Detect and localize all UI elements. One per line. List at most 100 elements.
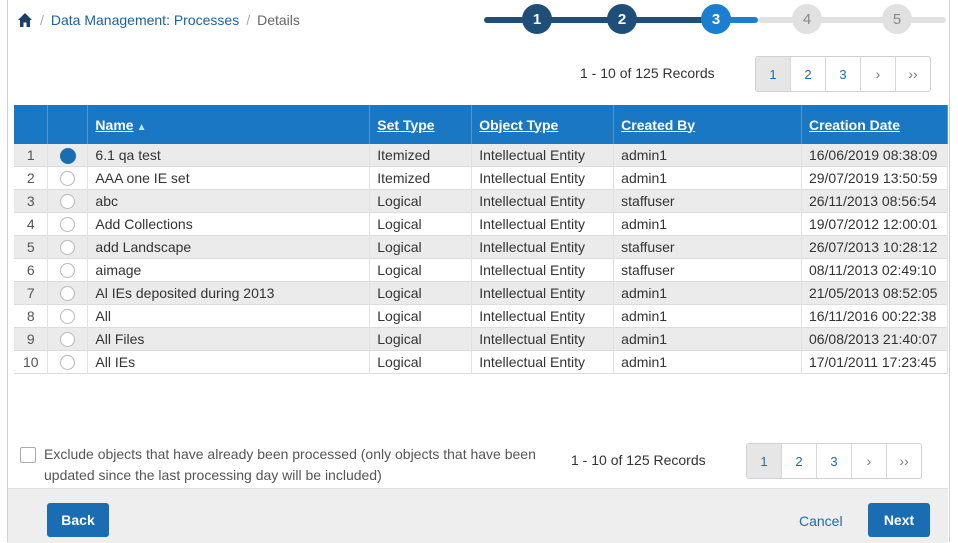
back-button[interactable]: Back [47, 503, 109, 537]
records-count-bottom: 1 - 10 of 125 Records [571, 452, 706, 468]
pagination-bottom: 1 2 3 › ›› [746, 443, 922, 479]
last-page-button[interactable]: ›› [887, 444, 921, 478]
row-number: 1 [14, 144, 49, 167]
row-radio[interactable] [60, 194, 76, 210]
column-set-type-link[interactable]: Set Type [377, 117, 434, 133]
row-number: 3 [14, 189, 49, 213]
page-3-button[interactable]: 3 [826, 57, 861, 91]
breadcrumb-separator: / [40, 12, 44, 28]
exclude-processed-checkbox[interactable] [20, 447, 36, 463]
page-3-button[interactable]: 3 [817, 444, 852, 478]
cell-set-type: Logical [369, 189, 473, 213]
pagination-top: 1 2 3 › ›› [755, 56, 931, 92]
row-select-cell[interactable] [47, 350, 89, 374]
row-select-cell[interactable] [47, 144, 89, 167]
row-select-cell[interactable] [47, 327, 89, 351]
page-2-button[interactable]: 2 [782, 444, 817, 478]
row-select-cell[interactable] [47, 189, 89, 213]
table-row[interactable]: 4 Add Collections Logical Intellectual E… [14, 212, 949, 236]
page-1-button[interactable]: 1 [747, 444, 782, 478]
row-radio[interactable] [60, 263, 76, 279]
column-creation-date-link[interactable]: Creation Date [809, 117, 900, 133]
column-object-type-link[interactable]: Object Type [479, 117, 558, 133]
exclude-processed-label[interactable]: Exclude objects that have already been p… [44, 444, 570, 486]
cell-name: abc [87, 189, 371, 213]
row-radio-selected[interactable] [59, 147, 76, 164]
row-select-cell[interactable] [47, 166, 89, 190]
cancel-link[interactable]: Cancel [799, 513, 843, 529]
records-count-top: 1 - 10 of 125 Records [580, 65, 715, 81]
page-2-button[interactable]: 2 [791, 57, 826, 91]
next-page-button[interactable]: › [852, 444, 887, 478]
table-row[interactable]: 1 6.1 qa test Itemized Intellectual Enti… [14, 144, 949, 167]
step-4: 4 [792, 4, 822, 34]
cell-set-type: Itemized [369, 144, 473, 167]
row-radio[interactable] [60, 355, 76, 371]
cell-object-type: Intellectual Entity [471, 189, 615, 213]
cell-name: All [87, 304, 371, 328]
row-radio[interactable] [60, 332, 76, 348]
column-header-object-type[interactable]: Object Type [471, 105, 615, 144]
row-select-cell[interactable] [47, 304, 89, 328]
row-radio[interactable] [60, 286, 76, 302]
cell-created-by: admin1 [613, 304, 802, 328]
cell-object-type: Intellectual Entity [471, 166, 615, 190]
row-select-cell[interactable] [47, 212, 89, 236]
cell-name: All Files [87, 327, 371, 351]
row-select-cell[interactable] [47, 281, 89, 305]
row-number: 9 [14, 327, 49, 351]
cell-object-type: Intellectual Entity [471, 212, 615, 236]
cell-created-by: staffuser [613, 258, 802, 282]
cell-creation-date: 16/06/2019 08:38:09 [801, 144, 949, 167]
row-radio[interactable] [60, 309, 76, 325]
cell-creation-date: 06/08/2013 21:40:07 [801, 327, 949, 351]
row-radio[interactable] [60, 240, 76, 256]
cell-set-type: Logical [369, 258, 473, 282]
table-row[interactable]: 5 add Landscape Logical Intellectual Ent… [14, 235, 949, 259]
column-name-link[interactable]: Name [95, 117, 133, 133]
row-select-cell[interactable] [47, 258, 89, 282]
page-1-button[interactable]: 1 [756, 57, 791, 91]
cell-created-by: staffuser [613, 235, 802, 259]
row-number: 7 [14, 281, 49, 305]
cell-set-type: Logical [369, 350, 473, 374]
column-header-creation-date[interactable]: Creation Date [801, 105, 949, 144]
cell-set-type: Itemized [369, 166, 473, 190]
row-number: 4 [14, 212, 49, 236]
cell-created-by: admin1 [613, 166, 802, 190]
column-created-by-link[interactable]: Created By [621, 117, 695, 133]
row-radio[interactable] [60, 217, 76, 233]
row-number: 6 [14, 258, 49, 282]
table-row[interactable]: 8 All Logical Intellectual Entity admin1… [14, 304, 949, 328]
table-row[interactable]: 9 All Files Logical Intellectual Entity … [14, 327, 949, 351]
cell-set-type: Logical [369, 212, 473, 236]
home-icon[interactable] [17, 12, 33, 28]
table-row[interactable]: 2 AAA one IE set Itemized Intellectual E… [14, 166, 949, 190]
table-row[interactable]: 10 All IEs Logical Intellectual Entity a… [14, 350, 949, 374]
row-number: 2 [14, 166, 49, 190]
cell-object-type: Intellectual Entity [471, 281, 615, 305]
cell-creation-date: 16/11/2016 00:22:38 [801, 304, 949, 328]
cell-set-type: Logical [369, 235, 473, 259]
breadcrumb-link-processes[interactable]: Data Management: Processes [51, 12, 239, 28]
row-radio[interactable] [60, 171, 76, 187]
next-page-button[interactable]: › [861, 57, 896, 91]
column-header-created-by[interactable]: Created By [613, 105, 802, 144]
header-select [47, 105, 89, 144]
table-row[interactable]: 7 Al IEs deposited during 2013 Logical I… [14, 281, 949, 305]
last-page-button[interactable]: ›› [896, 57, 930, 91]
cell-name: add Landscape [87, 235, 371, 259]
column-header-name[interactable]: Name ▲ [87, 105, 371, 144]
column-header-set-type[interactable]: Set Type [369, 105, 473, 144]
breadcrumb: / Data Management: Processes / Details [17, 10, 300, 30]
row-select-cell[interactable] [47, 235, 89, 259]
cell-object-type: Intellectual Entity [471, 235, 615, 259]
table-row[interactable]: 3 abc Logical Intellectual Entity staffu… [14, 189, 949, 213]
row-number: 10 [14, 350, 49, 374]
step-1: 1 [522, 4, 552, 34]
cell-name: aimage [87, 258, 371, 282]
next-button[interactable]: Next [868, 503, 930, 537]
table-row[interactable]: 6 aimage Logical Intellectual Entity sta… [14, 258, 949, 282]
cell-set-type: Logical [369, 281, 473, 305]
cell-name: All IEs [87, 350, 371, 374]
